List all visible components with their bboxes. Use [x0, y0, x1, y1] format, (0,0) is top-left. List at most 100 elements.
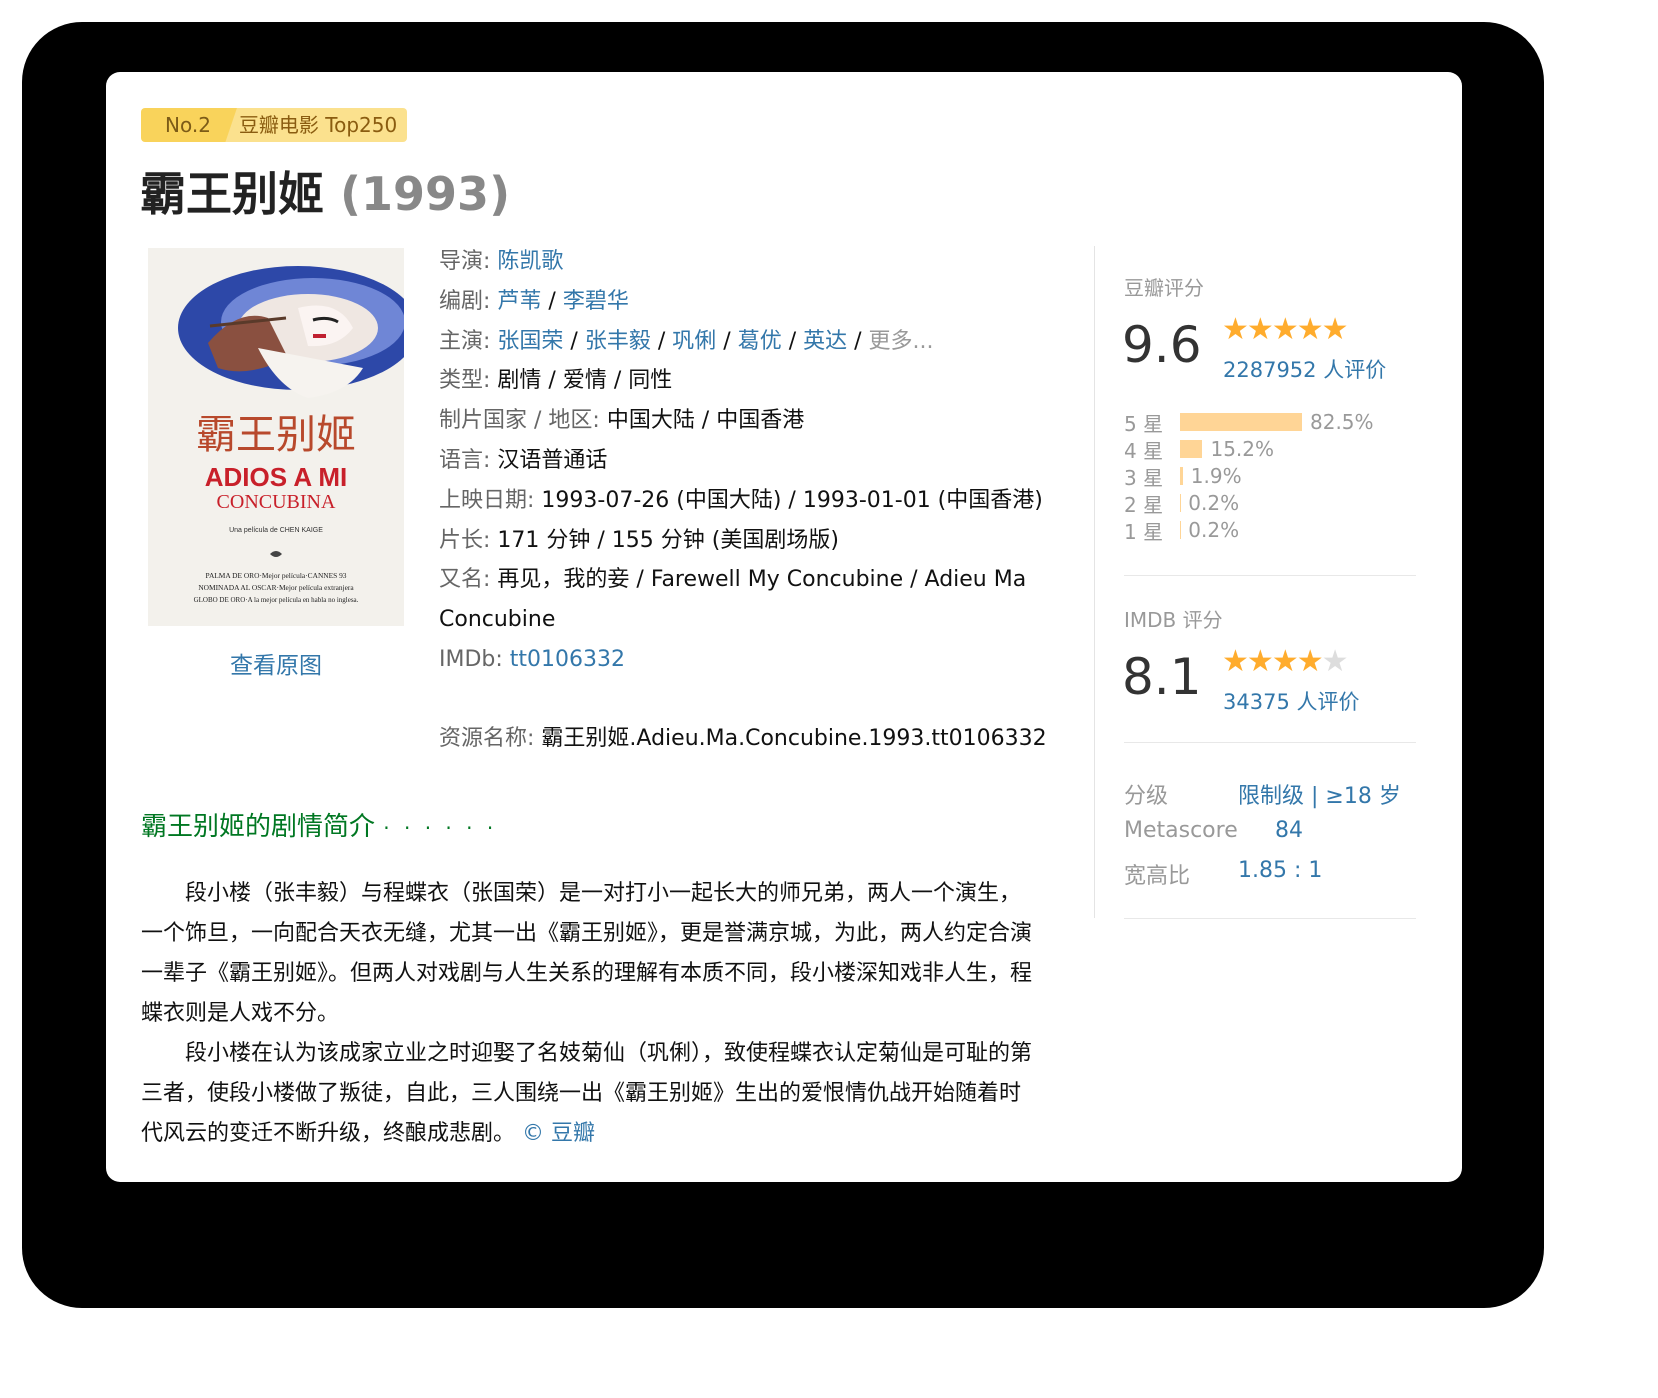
star-icon: ★ — [1296, 312, 1324, 347]
star-icon: ★ — [1321, 312, 1349, 347]
info-language: 语言: 汉语普通话 — [439, 447, 608, 473]
poster-chinese-title: 霸王别姬 — [196, 412, 356, 458]
metascore-value[interactable]: 84 — [1275, 818, 1303, 843]
movie-card: No.2 豆瓣电影 Top250 霸王别姬 (1993) 霸王别姬 ADIOS … — [106, 72, 1462, 1182]
top250-badge[interactable]: No.2 豆瓣电影 Top250 — [141, 108, 408, 142]
cast-link[interactable]: 张国荣 — [497, 329, 563, 354]
summary-dots: · · · · · · — [383, 816, 498, 840]
content-rating: 分级 限制级 | ≥18 岁 — [1124, 778, 1401, 810]
dist-percent: 82.5% — [1310, 410, 1374, 434]
rating-dist-row: 1 星 0.2% — [1124, 517, 1240, 544]
rating-dist-row: 3 星 1.9% — [1124, 463, 1242, 490]
cast-link[interactable]: 英达 — [803, 329, 847, 354]
writer-label: 编剧 — [439, 288, 484, 314]
movie-info: 导演: 陈凯歌 编剧: 芦苇 / 李碧华 主演: 张国荣 / 张丰毅 / 巩俐 … — [439, 242, 1079, 680]
metascore-label: Metascore — [1124, 818, 1238, 843]
star-icon: ★ — [1271, 644, 1299, 679]
dist-percent: 0.2% — [1188, 518, 1240, 542]
star-icon: ★ — [1296, 644, 1324, 679]
poster-award-3: GLOBO DE ORO·A la mejor película en habl… — [194, 596, 359, 604]
dist-label: 3 星 — [1124, 465, 1164, 490]
rating-dist-row: 4 星 15.2% — [1124, 436, 1275, 463]
info-runtime: 片长: 171 分钟 / 155 分钟 (美国剧场版) — [439, 527, 839, 553]
metascore: Metascore 84 — [1124, 818, 1303, 843]
aka-value: 再见，我的妾 / Farewell My Concubine / Adieu M… — [439, 567, 1027, 633]
dist-label: 5 星 — [1124, 411, 1164, 436]
release-label: 上映日期 — [439, 487, 528, 513]
info-release: 上映日期: 1993-07-26 (中国大陆) / 1993-01-01 (中国… — [439, 487, 1043, 513]
star-icon: ★ — [1222, 644, 1249, 679]
star-icon: ★ — [1246, 644, 1274, 679]
imdb-score: 8.1 — [1122, 648, 1202, 706]
imdb-votes-link[interactable]: 34375 人评价 — [1223, 686, 1359, 716]
cast-link[interactable]: 葛优 — [738, 329, 782, 354]
imdb-label: IMDb — [439, 646, 496, 672]
summary-paragraph: 段小楼在认为该成家立业之时迎娶了名妓菊仙（巩俐），致使程蝶衣认定菊仙是可耻的第三… — [141, 1034, 1041, 1154]
dist-percent: 1.9% — [1190, 464, 1242, 488]
aspect-ratio-value[interactable]: 1.85 : 1 — [1238, 858, 1322, 883]
dist-label: 2 星 — [1124, 492, 1164, 517]
douban-stars: ★★★★★ — [1222, 312, 1349, 347]
poster-award-1: PALMA DE ORO·Mejor película·CANNES 93 — [206, 571, 347, 580]
summary-heading: 霸王别姬的剧情简介 · · · · · · — [141, 806, 497, 843]
poster-title-line1: ADIOS A MI — [205, 462, 348, 492]
info-country: 制片国家 / 地区: 中国大陆 / 中国香港 — [439, 408, 805, 434]
rating-divider — [1124, 918, 1416, 919]
movie-name: 霸王别姬 — [140, 167, 324, 221]
info-genre: 类型: 剧情 / 爱情 / 同性 — [439, 368, 673, 394]
language-value: 汉语普通话 — [497, 447, 608, 473]
aspect-ratio-label: 宽高比 — [1124, 864, 1191, 889]
view-original-image-link[interactable]: 查看原图 — [148, 646, 404, 680]
imdb-stars: ★★★★★ — [1222, 644, 1349, 679]
info-aka: 又名: 再见，我的妾 / Farewell My Concubine / Adi… — [439, 567, 1027, 633]
dist-bar — [1180, 413, 1302, 431]
country-value: 中国大陆 / 中国香港 — [606, 408, 805, 434]
writer-link[interactable]: 芦苇 — [497, 289, 541, 314]
poster-award-2: NOMINADA AL OSCAR·Mejor película extranj… — [198, 583, 354, 592]
content-rating-label: 分级 — [1124, 784, 1169, 809]
badge-rank: No.2 — [141, 108, 237, 142]
dist-label: 1 星 — [1124, 519, 1164, 544]
info-cast: 主演: 张国荣 / 张丰毅 / 巩俐 / 葛优 / 英达 / 更多... — [439, 328, 934, 354]
genre-value: 剧情 / 爱情 / 同性 — [497, 368, 673, 394]
star-icon: ★ — [1222, 312, 1249, 347]
cast-label: 主演 — [439, 328, 484, 354]
star-icon: ★ — [1246, 312, 1274, 347]
summary-paragraph: 段小楼（张丰毅）与程蝶衣（张国荣）是一对打小一起长大的师兄弟，两人一个演生，一个… — [141, 881, 1033, 1026]
poster-credit: Una película de CHEN KAIGE — [229, 527, 323, 534]
director-link[interactable]: 陈凯歌 — [497, 249, 563, 274]
poster-artwork: 霸王别姬 ADIOS A MI CONCUBINA Una película d… — [148, 248, 404, 626]
imdb-rating-heading: IMDB 评分 — [1124, 608, 1223, 632]
cast-more-link[interactable]: 更多... — [869, 329, 934, 354]
dist-bar — [1180, 440, 1203, 458]
director-label: 导演 — [439, 249, 484, 274]
summary-source-link[interactable]: © 豆瓣 — [522, 1121, 595, 1146]
runtime-label: 片长 — [439, 527, 484, 553]
language-label: 语言 — [439, 447, 484, 473]
imdb-link[interactable]: tt0106332 — [510, 647, 625, 672]
info-writer: 编剧: 芦苇 / 李碧华 — [439, 288, 629, 314]
summary-text: 段小楼（张丰毅）与程蝶衣（张国荣）是一对打小一起长大的师兄弟，两人一个演生，一个… — [141, 874, 1041, 1154]
content-rating-value[interactable]: 限制级 | ≥18 岁 — [1238, 778, 1401, 810]
writer-link[interactable]: 李碧华 — [563, 289, 629, 314]
cast-link[interactable]: 张丰毅 — [585, 329, 651, 354]
movie-year: (1993) — [340, 167, 511, 221]
poster-image[interactable]: 霸王别姬 ADIOS A MI CONCUBINA Una película d… — [148, 248, 404, 626]
douban-votes-link[interactable]: 2287952 人评价 — [1223, 354, 1386, 384]
rating-dist-row: 5 星 82.5% — [1124, 409, 1374, 436]
vertical-divider — [1094, 246, 1095, 918]
dist-percent: 0.2% — [1188, 491, 1240, 515]
dist-label: 4 星 — [1124, 438, 1164, 463]
douban-rating-heading: 豆瓣评分 — [1124, 276, 1204, 300]
summary-title: 霸王别姬的剧情简介 — [141, 812, 376, 842]
poster-title-line2: CONCUBINA — [217, 491, 336, 513]
dist-percent: 15.2% — [1210, 437, 1275, 461]
country-label: 制片国家 / 地区 — [439, 408, 593, 434]
info-imdb: IMDb: tt0106332 — [439, 646, 626, 672]
info-director: 导演: 陈凯歌 — [439, 249, 564, 274]
star-empty-icon: ★ — [1321, 644, 1349, 679]
runtime-value: 171 分钟 / 155 分钟 (美国剧场版) — [497, 527, 839, 553]
cast-link[interactable]: 巩俐 — [672, 329, 716, 354]
douban-score: 9.6 — [1122, 316, 1202, 374]
resource-label: 资源名称 — [439, 726, 528, 751]
